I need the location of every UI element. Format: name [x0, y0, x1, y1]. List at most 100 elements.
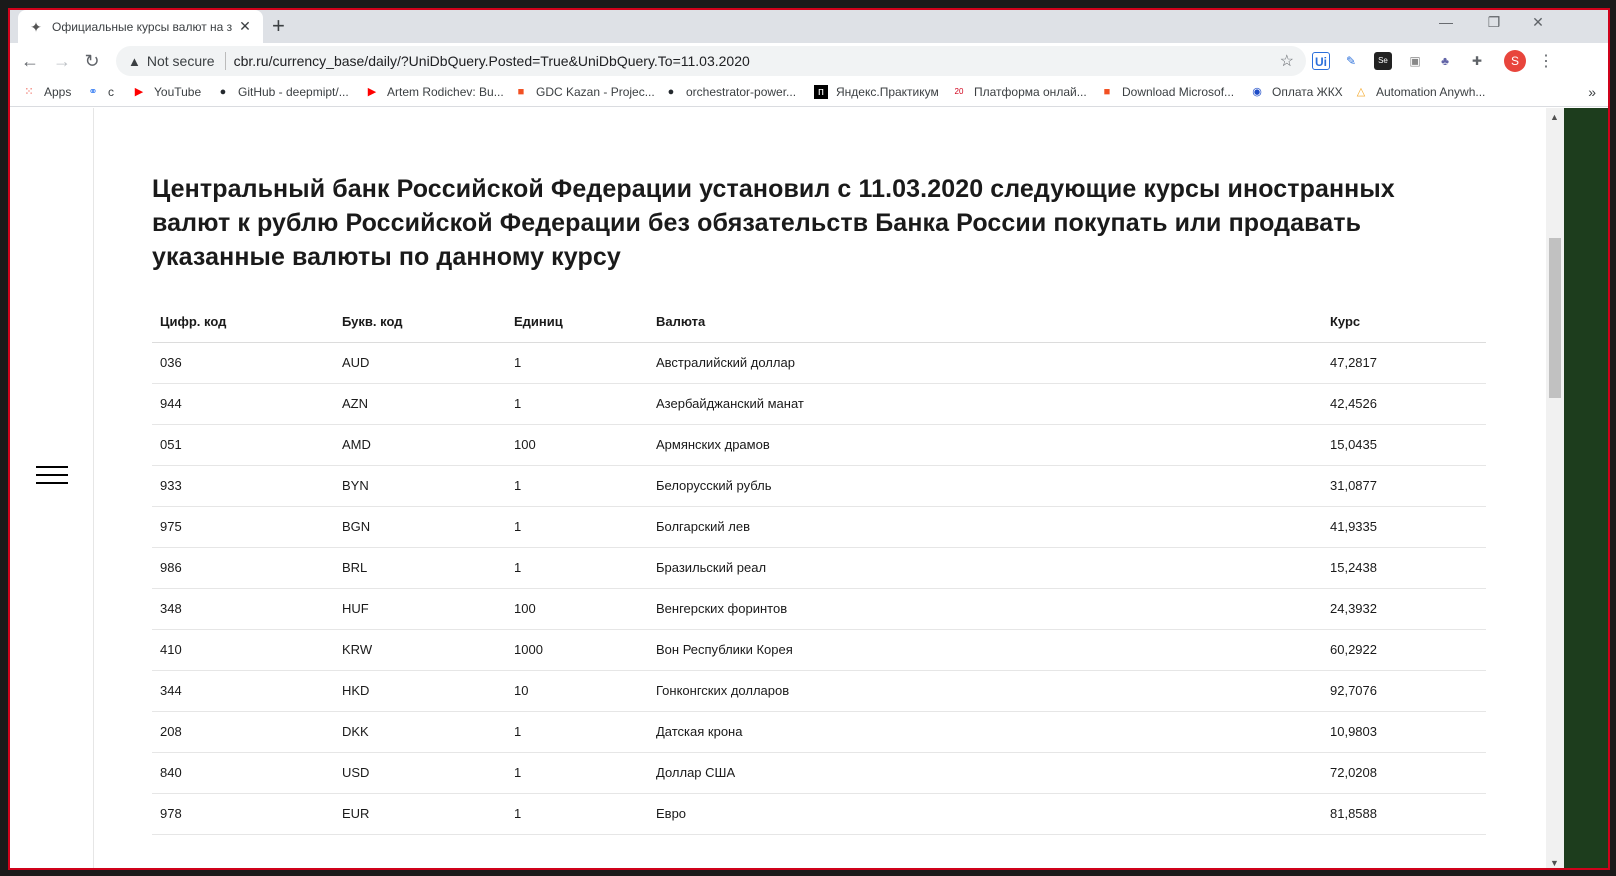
- tab-strip: ✦ Официальные курсы валют на з ✕ + — ❐ ✕: [10, 10, 1608, 43]
- cell-numeric-code: 986: [152, 547, 334, 589]
- more-menu-icon[interactable]: ⋮: [1538, 51, 1554, 71]
- bookmark-item[interactable]: ⁙ Apps: [22, 85, 71, 99]
- bookmark-item[interactable]: ▶ Artem Rodichev: Bu...: [365, 85, 504, 99]
- bookmark-label: Яндекс.Практикум: [836, 85, 939, 99]
- bookmark-item[interactable]: ⚭ c: [86, 85, 114, 99]
- cell-numeric-code: 410: [152, 629, 334, 671]
- practicum-icon: п: [814, 85, 828, 99]
- reload-icon[interactable]: ↻: [80, 49, 104, 73]
- cell-currency: Бразильский реал: [648, 547, 1322, 589]
- cell-letter-code: EUR: [334, 793, 506, 835]
- bookmark-label: c: [108, 85, 114, 99]
- bookmarks-overflow-icon[interactable]: »: [1588, 84, 1596, 100]
- bookmark-item[interactable]: ◉ Оплата ЖКХ: [1250, 85, 1343, 99]
- cell-units: 100: [506, 588, 648, 630]
- cell-numeric-code: 348: [152, 588, 334, 630]
- cell-rate: 41,9335: [1322, 506, 1486, 548]
- bookmark-label: GitHub - deepmipt/...: [238, 85, 349, 99]
- table-row: 344 HKD 10 Гонконгских долларов 92,7076: [152, 670, 1486, 712]
- cell-currency: Белорусский рубль: [648, 465, 1322, 507]
- cell-rate: 24,3932: [1322, 588, 1486, 630]
- vertical-scrollbar[interactable]: ▲ ▼: [1546, 108, 1564, 868]
- cell-units: 1: [506, 465, 648, 507]
- nodes-icon: ⚭: [88, 86, 98, 98]
- new-tab-button[interactable]: +: [272, 14, 285, 38]
- address-bar[interactable]: ▲ Not secure cbr.ru/currency_base/daily/…: [116, 46, 1306, 76]
- close-window-icon[interactable]: ✕: [1528, 14, 1548, 31]
- minimize-icon[interactable]: —: [1436, 14, 1456, 30]
- cell-currency: Болгарский лев: [648, 506, 1322, 548]
- bookmark-label: Artem Rodichev: Bu...: [387, 85, 504, 99]
- browser-toolbar: ← → ↻ ▲ Not secure cbr.ru/currency_base/…: [10, 43, 1608, 79]
- cell-numeric-code: 051: [152, 424, 334, 466]
- cell-letter-code: BGN: [334, 506, 506, 548]
- puzzle-extensions-icon[interactable]: ✚: [1468, 52, 1486, 70]
- cell-units: 10: [506, 670, 648, 712]
- table-row: 986 BRL 1 Бразильский реал 15,2438: [152, 547, 1486, 589]
- cell-letter-code: HKD: [334, 670, 506, 712]
- bookmark-item[interactable]: ● orchestrator-power...: [664, 85, 796, 99]
- url-text: cbr.ru/currency_base/daily/?UniDbQuery.P…: [233, 53, 750, 69]
- bookmark-star-icon[interactable]: ☆: [1280, 51, 1294, 71]
- cell-rate: 42,4526: [1322, 383, 1486, 425]
- column-header: Цифр. код: [152, 302, 334, 343]
- table-row: 208 DKK 1 Датская крона 10,9803: [152, 711, 1486, 753]
- bookmark-item[interactable]: 20 Платформа онлай...: [952, 85, 1087, 99]
- divider: [224, 52, 226, 70]
- cell-numeric-code: 036: [152, 342, 334, 384]
- window-extension-icon[interactable]: ▣: [1406, 52, 1424, 70]
- cbr-eagle-icon: ✦: [30, 18, 42, 35]
- bookmark-item[interactable]: п Яндекс.Практикум: [814, 85, 939, 99]
- tab-active[interactable]: ✦ Официальные курсы валют на з ✕: [18, 10, 263, 43]
- bookmarks-bar: ⁙ Apps ⚭ c ▶ YouTube ● GitHub - deepmipt/...…: [10, 79, 1608, 107]
- bookmark-label: Apps: [44, 85, 72, 99]
- bookmark-label: GDC Kazan - Projec...: [536, 85, 655, 99]
- back-arrow-icon[interactable]: ←: [18, 49, 42, 73]
- warning-icon: ▲: [128, 53, 141, 69]
- restore-icon[interactable]: ❐: [1484, 14, 1504, 31]
- apps-grid-icon: ⁙: [24, 86, 34, 98]
- feather-extension-icon[interactable]: ✎: [1342, 52, 1360, 70]
- scroll-down-arrow-icon[interactable]: ▼: [1550, 858, 1559, 868]
- teams-extension-icon[interactable]: ♣: [1436, 52, 1454, 70]
- selenium-extension-icon[interactable]: Se: [1374, 52, 1392, 70]
- profile-avatar[interactable]: S: [1504, 50, 1526, 72]
- cell-letter-code: HUF: [334, 588, 506, 630]
- scrollbar-thumb[interactable]: [1549, 238, 1561, 398]
- cell-rate: 60,2922: [1322, 629, 1486, 671]
- table-row: 840 USD 1 Доллар США 72,0208: [152, 752, 1486, 794]
- scroll-up-arrow-icon[interactable]: ▲: [1550, 112, 1559, 122]
- bookmark-item[interactable]: ■ GDC Kazan - Projec...: [514, 85, 655, 99]
- cell-currency: Датская крона: [648, 711, 1322, 753]
- cell-rate: 81,8588: [1322, 793, 1486, 835]
- cell-letter-code: KRW: [334, 629, 506, 671]
- column-header: Курс: [1322, 302, 1486, 343]
- cell-rate: 31,0877: [1322, 465, 1486, 507]
- side-nav: [10, 108, 94, 868]
- table-row: 978 EUR 1 Евро 81,8588: [152, 793, 1486, 835]
- table-row: 051 AMD 100 Армянских драмов 15,0435: [152, 424, 1486, 466]
- cell-letter-code: DKK: [334, 711, 506, 753]
- cell-rate: 72,0208: [1322, 752, 1486, 794]
- cell-currency: Венгерских форинтов: [648, 588, 1322, 630]
- cell-currency: Евро: [648, 793, 1322, 835]
- bookmark-item[interactable]: ● GitHub - deepmipt/...: [216, 85, 349, 99]
- cell-units: 1000: [506, 629, 648, 671]
- bookmark-item[interactable]: △ Automation Anywh...: [1354, 85, 1486, 99]
- column-header: Букв. код: [334, 302, 506, 343]
- close-tab-icon[interactable]: ✕: [237, 18, 253, 35]
- cell-units: 1: [506, 793, 648, 835]
- hamburger-menu-icon[interactable]: [36, 466, 68, 486]
- table-row: 944 AZN 1 Азербайджанский манат 42,4526: [152, 383, 1486, 425]
- table-header-row: Цифр. код Букв. код Единиц Валюта Курс: [152, 302, 1486, 343]
- github-icon: ●: [667, 86, 675, 98]
- cell-numeric-code: 978: [152, 793, 334, 835]
- cell-units: 1: [506, 506, 648, 548]
- bookmark-item[interactable]: ■ Download Microsof...: [1100, 85, 1234, 99]
- column-header: Единиц: [506, 302, 648, 343]
- cell-numeric-code: 344: [152, 670, 334, 712]
- forward-arrow-icon[interactable]: →: [50, 49, 74, 73]
- bookmark-item[interactable]: ▶ YouTube: [132, 85, 201, 99]
- bookmark-label: Оплата ЖКХ: [1272, 85, 1343, 99]
- uipath-extension-icon[interactable]: Ui: [1312, 52, 1330, 70]
